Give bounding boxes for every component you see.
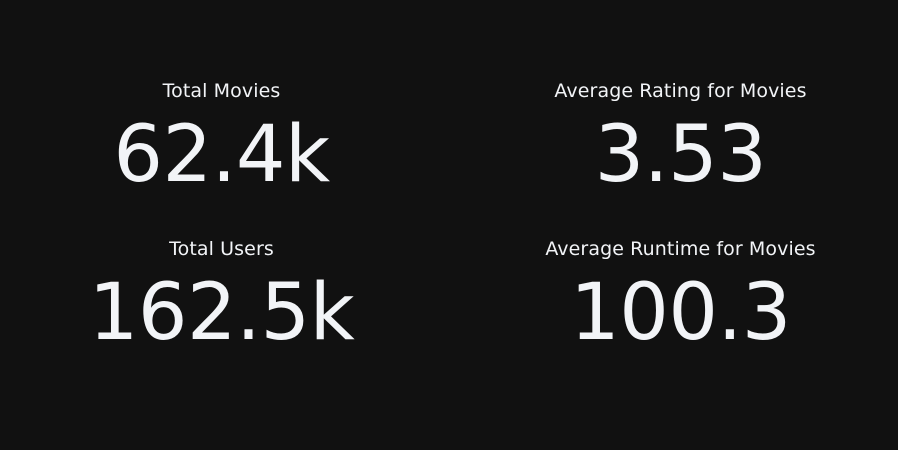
- indicator-value: 162.5k: [88, 268, 355, 358]
- kpi-dashboard: Total Movies 62.4k Average Rating for Mo…: [0, 0, 898, 450]
- indicator-value: 100.3: [570, 268, 791, 358]
- indicator-value: 62.4k: [113, 110, 330, 200]
- indicator-title: Average Rating for Movies: [554, 80, 807, 102]
- indicator-total-movies: Total Movies 62.4k: [0, 78, 449, 198]
- indicator-title: Total Movies: [162, 80, 281, 102]
- indicator-value: 3.53: [594, 110, 767, 200]
- indicator-average-rating: Average Rating for Movies 3.53: [449, 78, 898, 198]
- indicator-title: Total Users: [169, 238, 274, 260]
- indicator-average-runtime: Average Runtime for Movies 100.3: [449, 236, 898, 356]
- indicator-total-users: Total Users 162.5k: [0, 236, 449, 356]
- indicator-title: Average Runtime for Movies: [545, 238, 816, 260]
